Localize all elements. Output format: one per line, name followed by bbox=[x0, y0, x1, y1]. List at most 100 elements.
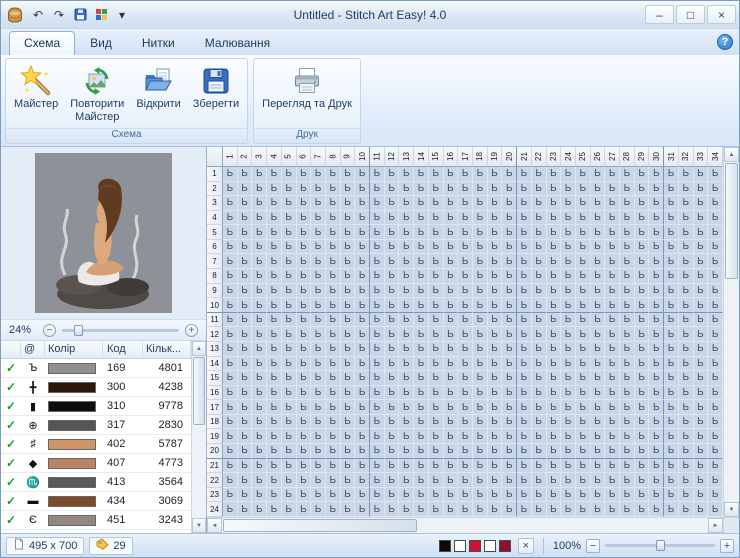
grid-cell[interactable]: Ь bbox=[443, 283, 459, 299]
grid-cell[interactable]: Ь bbox=[414, 181, 429, 197]
grid-cell[interactable]: Ь bbox=[252, 210, 268, 226]
grid-vscroll-thumb[interactable] bbox=[725, 163, 738, 279]
grid-cell[interactable]: Ь bbox=[384, 283, 400, 299]
grid-cell[interactable]: Ь bbox=[634, 167, 650, 182]
grid-cell[interactable]: Ь bbox=[414, 444, 429, 459]
grid-cell[interactable]: Ь bbox=[561, 225, 576, 240]
grid-cell[interactable]: Ь bbox=[340, 312, 356, 328]
grid-hscroll-track[interactable] bbox=[222, 518, 708, 533]
grid-cell[interactable]: Ь bbox=[355, 254, 371, 270]
grid-cell[interactable]: Ь bbox=[414, 327, 429, 342]
grid-cell[interactable]: Ь bbox=[487, 327, 503, 342]
grid-cell[interactable]: Ь bbox=[620, 283, 635, 299]
grid-cell[interactable]: Ь bbox=[605, 181, 621, 197]
grid-cell[interactable]: Ь bbox=[678, 181, 694, 197]
grid-cell[interactable]: Ь bbox=[502, 196, 518, 211]
grid-cell[interactable]: Ь bbox=[502, 385, 518, 401]
grid-cell[interactable]: Ь bbox=[487, 429, 503, 445]
grid-cell[interactable]: Ь bbox=[399, 298, 415, 313]
grid-cell[interactable]: Ь bbox=[443, 239, 459, 255]
palette-scroll-up-button[interactable]: ▲ bbox=[192, 341, 206, 356]
grid-cell[interactable]: Ь bbox=[281, 181, 297, 197]
grid-cell[interactable]: Ь bbox=[237, 196, 253, 211]
grid-cell[interactable]: Ь bbox=[296, 400, 312, 415]
grid-cell[interactable]: Ь bbox=[325, 429, 341, 445]
grid-cell[interactable]: Ь bbox=[428, 312, 444, 328]
grid-cell[interactable]: Ь bbox=[693, 385, 709, 401]
grid-cell[interactable]: Ь bbox=[487, 502, 503, 517]
grid-cell[interactable]: Ь bbox=[664, 371, 679, 386]
grid-cell[interactable]: Ь bbox=[355, 181, 371, 197]
grid-cell[interactable]: Ь bbox=[664, 341, 679, 357]
grid-cell[interactable]: Ь bbox=[267, 414, 282, 430]
grid-cell[interactable]: Ь bbox=[517, 269, 532, 284]
grid-cell[interactable]: Ь bbox=[384, 239, 400, 255]
grid-cell[interactable]: Ь bbox=[502, 327, 518, 342]
grid-cell[interactable]: Ь bbox=[664, 225, 679, 240]
grid-cell[interactable]: Ь bbox=[370, 458, 385, 474]
grid-cell[interactable]: Ь bbox=[575, 181, 591, 197]
grid-cell[interactable]: Ь bbox=[575, 414, 591, 430]
grid-cell[interactable]: Ь bbox=[384, 167, 400, 182]
grid-cell[interactable]: Ь bbox=[620, 400, 635, 415]
grid-cell[interactable]: Ь bbox=[223, 444, 238, 459]
grid-cell[interactable]: Ь bbox=[472, 429, 488, 445]
palette-row[interactable]: ✓ Є 451 3243 bbox=[1, 511, 191, 530]
grid-cell[interactable]: Ь bbox=[575, 371, 591, 386]
grid-cell[interactable]: Ь bbox=[399, 385, 415, 401]
grid-cell[interactable]: Ь bbox=[634, 239, 650, 255]
grid-cell[interactable]: Ь bbox=[325, 167, 341, 182]
grid-cell[interactable]: Ь bbox=[296, 181, 312, 197]
grid-cell[interactable]: Ь bbox=[443, 356, 459, 372]
grid-cell[interactable]: Ь bbox=[399, 371, 415, 386]
grid-cell[interactable]: Ь bbox=[340, 356, 356, 372]
status-swatch[interactable] bbox=[498, 539, 511, 552]
grid-cell[interactable]: Ь bbox=[340, 371, 356, 386]
grid-cell[interactable]: Ь bbox=[634, 341, 650, 357]
grid-vscroll-track[interactable] bbox=[724, 162, 739, 502]
grid-cell[interactable]: Ь bbox=[531, 239, 547, 255]
grid-cell[interactable]: Ь bbox=[281, 269, 297, 284]
grid-cell[interactable]: Ь bbox=[428, 269, 444, 284]
grid-cell[interactable]: Ь bbox=[605, 444, 621, 459]
pattern-grid[interactable]: ЬЬЬЬЬЬЬЬЬЬЬЬЬЬЬЬЬЬЬЬЬЬЬЬЬЬЬЬЬЬЬЬЬЬЬЬЬЬЬЬ… bbox=[223, 167, 723, 517]
grid-cell[interactable]: Ь bbox=[678, 239, 694, 255]
grid-cell[interactable]: Ь bbox=[590, 210, 606, 226]
grid-cell[interactable]: Ь bbox=[605, 400, 621, 415]
grid-cell[interactable]: Ь bbox=[267, 239, 282, 255]
grid-cell[interactable]: Ь bbox=[708, 444, 723, 459]
grid-cell[interactable]: Ь bbox=[311, 356, 326, 372]
grid-cell[interactable]: Ь bbox=[370, 487, 385, 503]
grid-cell[interactable]: Ь bbox=[708, 429, 723, 445]
grid-cell[interactable]: Ь bbox=[605, 167, 621, 182]
grid-cell[interactable]: Ь bbox=[487, 167, 503, 182]
grid-cell[interactable]: Ь bbox=[664, 312, 679, 328]
grid-cell[interactable]: Ь bbox=[502, 167, 518, 182]
grid-cell[interactable]: Ь bbox=[267, 254, 282, 270]
grid-cell[interactable]: Ь bbox=[296, 283, 312, 299]
grid-cell[interactable]: Ь bbox=[281, 487, 297, 503]
grid-cell[interactable]: Ь bbox=[708, 341, 723, 357]
grid-cell[interactable]: Ь bbox=[340, 196, 356, 211]
grid-cell[interactable]: Ь bbox=[399, 356, 415, 372]
grid-cell[interactable]: Ь bbox=[384, 254, 400, 270]
grid-cell[interactable]: Ь bbox=[634, 356, 650, 372]
grid-cell[interactable]: Ь bbox=[237, 429, 253, 445]
grid-cell[interactable]: Ь bbox=[296, 312, 312, 328]
grid-cell[interactable]: Ь bbox=[325, 400, 341, 415]
grid-cell[interactable]: Ь bbox=[370, 196, 385, 211]
grid-cell[interactable]: Ь bbox=[370, 312, 385, 328]
grid-cell[interactable]: Ь bbox=[223, 502, 238, 517]
grid-cell[interactable]: Ь bbox=[267, 429, 282, 445]
grid-cell[interactable]: Ь bbox=[443, 473, 459, 488]
grid-cell[interactable]: Ь bbox=[267, 341, 282, 357]
grid-cell[interactable]: Ь bbox=[649, 239, 665, 255]
grid-cell[interactable]: Ь bbox=[458, 327, 473, 342]
grid-cell[interactable]: Ь bbox=[561, 414, 576, 430]
grid-cell[interactable]: Ь bbox=[472, 327, 488, 342]
grid-cell[interactable]: Ь bbox=[370, 414, 385, 430]
grid-cell[interactable]: Ь bbox=[546, 327, 562, 342]
grid-cell[interactable]: Ь bbox=[414, 341, 429, 357]
grid-cell[interactable]: Ь bbox=[502, 400, 518, 415]
grid-cell[interactable]: Ь bbox=[355, 239, 371, 255]
